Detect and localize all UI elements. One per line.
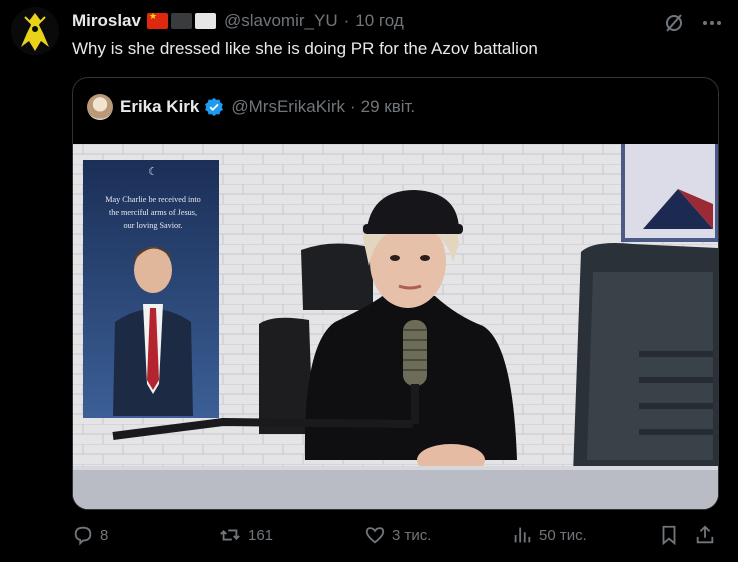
svg-text:☾: ☾ [148, 165, 158, 178]
avatar-image [11, 7, 59, 55]
poster-line-2: the merciful arms of Jesus, [109, 208, 197, 217]
views-chart-icon [514, 527, 531, 543]
poster-line-1: May Charlie be received into [105, 195, 200, 204]
quoted-author-avatar[interactable] [87, 94, 113, 120]
post-timestamp[interactable]: 10 год [355, 11, 403, 31]
dark-square-icon [170, 13, 192, 29]
separator: · [343, 11, 350, 30]
quoted-post[interactable]: Erika Kirk @MrsErikaKirk · 29 квіт. ☾ Ma… [72, 77, 719, 510]
quoted-author-name[interactable]: Erika Kirk [120, 97, 199, 117]
profile-badges [146, 11, 216, 29]
video-still-image: ☾ May Charlie be received into the merci… [73, 144, 718, 509]
post-header: Miroslav @slavomir_YU · 10 год [72, 10, 404, 32]
heart-icon [365, 527, 385, 544]
china-flag-icon [146, 11, 168, 29]
author-avatar[interactable] [11, 7, 59, 55]
action-bar: 8 161 3 тис. 50 тис. [72, 520, 722, 550]
views-button[interactable]: 50 тис. [511, 520, 587, 550]
verified-badge-icon [205, 97, 224, 117]
reply-icon [74, 526, 92, 546]
repost-icon [220, 529, 240, 541]
quoted-author-handle[interactable]: @MrsErikaKirk [231, 97, 345, 117]
separator: · [349, 97, 356, 116]
quoted-video-frame[interactable]: ☾ May Charlie be received into the merci… [73, 144, 718, 509]
share-icon[interactable] [694, 524, 716, 546]
reply-button[interactable]: 8 [72, 520, 108, 550]
quoted-post-timestamp[interactable]: 29 квіт. [361, 97, 416, 117]
like-count: 3 тис. [392, 526, 432, 544]
repost-count: 161 [248, 526, 274, 544]
like-button[interactable]: 3 тис. [364, 520, 431, 550]
white-square-icon [194, 13, 216, 29]
view-count: 50 тис. [539, 526, 587, 544]
post-text: Why is she dressed like she is doing PR … [72, 39, 538, 58]
author-handle[interactable]: @slavomir_YU [224, 11, 338, 31]
more-options-icon[interactable] [699, 10, 725, 36]
repost-button[interactable]: 161 [218, 520, 273, 550]
quoted-post-header: Erika Kirk @MrsErikaKirk · 29 квіт. [87, 94, 415, 120]
poster-line-3: our loving Savior. [124, 221, 183, 230]
grok-icon[interactable] [663, 12, 685, 34]
author-name[interactable]: Miroslav [72, 11, 141, 31]
reply-count: 8 [100, 526, 109, 544]
bookmark-icon[interactable] [658, 524, 680, 546]
